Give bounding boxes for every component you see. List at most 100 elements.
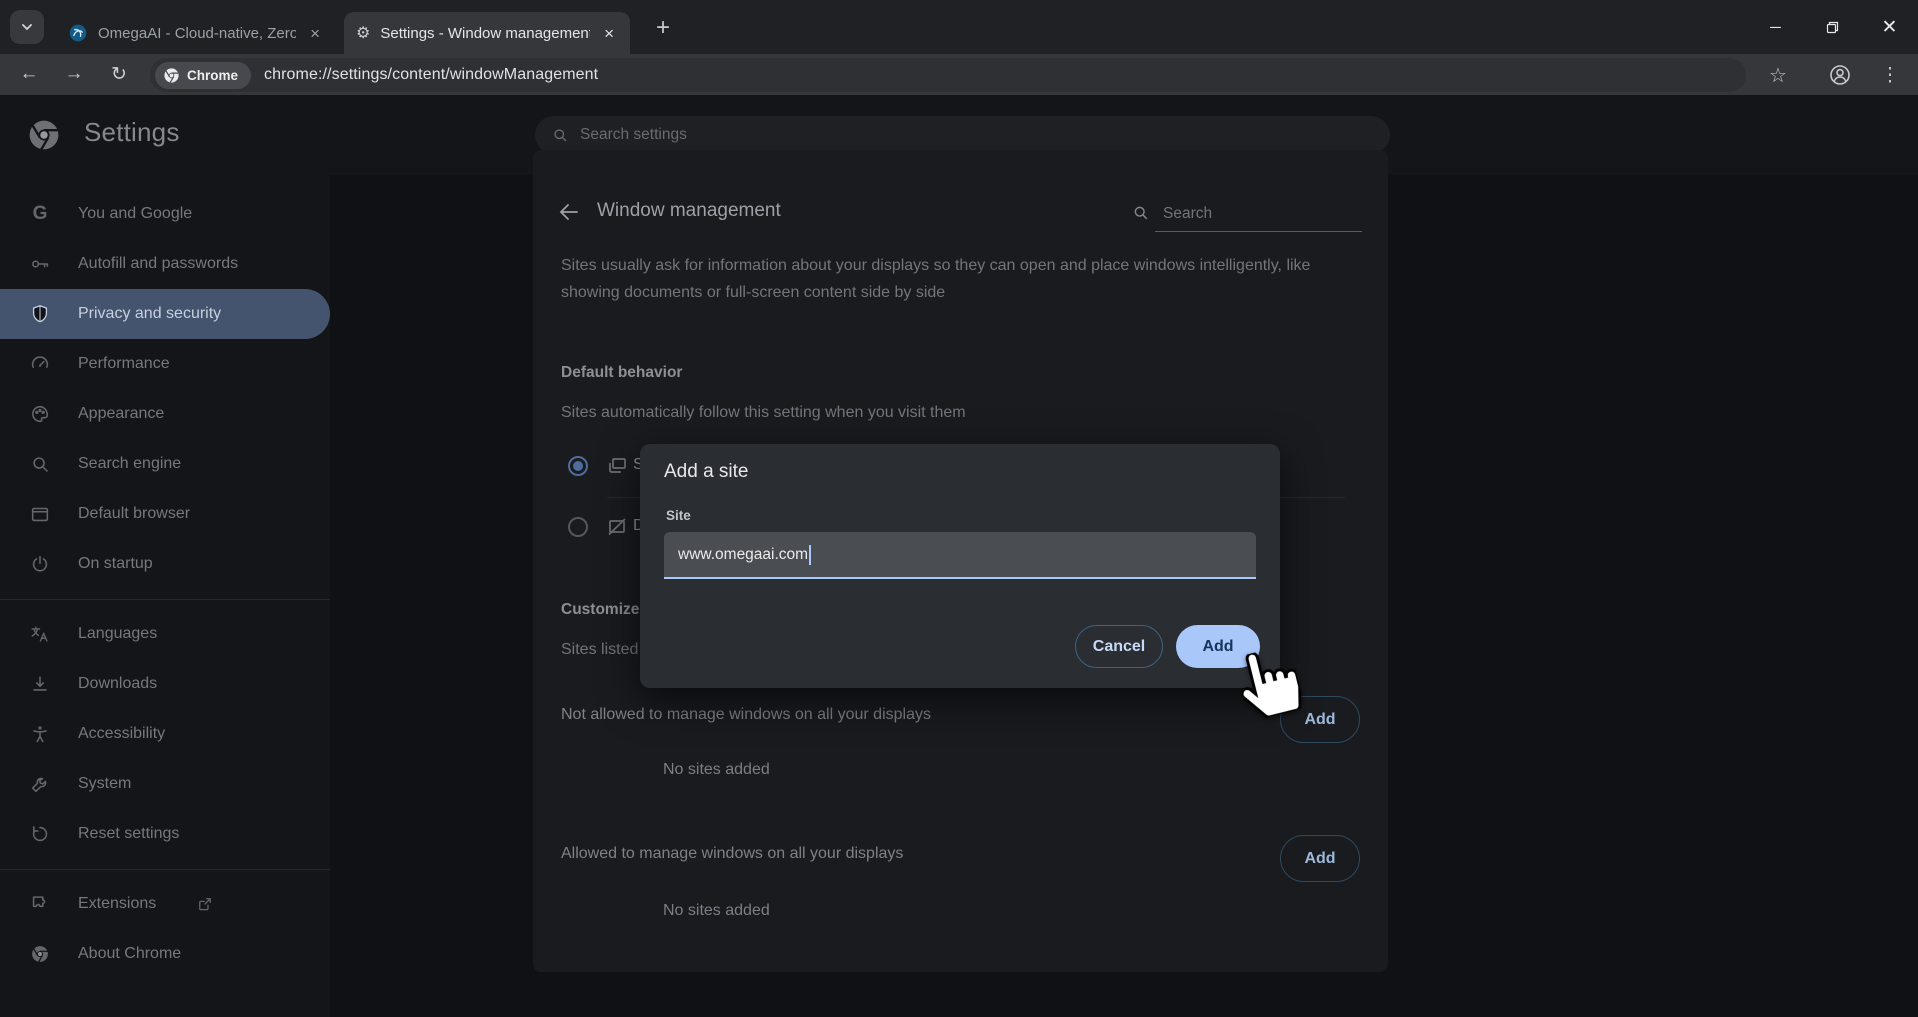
- browser-toolbar: ← → ↻ Chrome chrome://settings/content/w…: [0, 54, 1918, 95]
- no-sites-added-text: No sites added: [663, 902, 770, 920]
- tab-title: Settings - Window management: [380, 25, 590, 42]
- sidebar-item-label: Privacy and security: [78, 305, 221, 323]
- chrome-logo-icon: [28, 942, 52, 966]
- wrench-icon: [28, 772, 52, 796]
- restore-button[interactable]: [1804, 0, 1861, 54]
- add-allowed-site-button[interactable]: Add: [1280, 835, 1360, 882]
- window-controls: ─ ✕: [1747, 0, 1918, 54]
- sidebar-item-autofill[interactable]: Autofill and passwords: [0, 239, 330, 289]
- settings-search-input[interactable]: Search settings: [535, 116, 1390, 154]
- download-icon: [28, 672, 52, 696]
- sidebar-item-downloads[interactable]: Downloads: [0, 659, 330, 709]
- tab-close-icon[interactable]: ×: [306, 23, 324, 44]
- radio-selected-icon[interactable]: [568, 456, 588, 476]
- tab-title: OmegaAI - Cloud-native, Zero-: [98, 25, 296, 42]
- restore-icon: [1826, 21, 1839, 34]
- url-text: chrome://settings/content/windowManageme…: [264, 66, 598, 84]
- profile-button[interactable]: [1824, 59, 1856, 91]
- titlebar: OmegaAI - Cloud-native, Zero- × ⚙ Settin…: [0, 0, 1918, 54]
- site-input-value: www.omegaai.com: [678, 546, 808, 564]
- sidebar-item-label: Downloads: [78, 675, 157, 693]
- search-icon: [1131, 203, 1150, 222]
- site-field-label: Site: [666, 508, 691, 523]
- omegaai-favicon-icon: [68, 23, 88, 43]
- allowed-section-label: Allowed to manage windows on all your di…: [561, 845, 903, 863]
- chrome-logo-icon: [26, 117, 62, 153]
- puzzle-icon: [28, 892, 52, 916]
- sidebar-item-on-startup[interactable]: On startup: [0, 539, 330, 589]
- tab-settings-active[interactable]: ⚙ Settings - Window management ×: [344, 12, 630, 54]
- sidebar-item-extensions[interactable]: Extensions: [0, 879, 330, 929]
- browser-menu-button[interactable]: ⋮: [1874, 59, 1906, 91]
- settings-search-placeholder: Search settings: [580, 126, 687, 144]
- tab-search-chevron-button[interactable]: [10, 10, 44, 44]
- sidebar-item-label: Accessibility: [78, 725, 165, 743]
- sidebar-item-you-and-google[interactable]: G You and Google: [0, 189, 330, 239]
- back-button[interactable]: ←: [12, 57, 46, 91]
- reset-icon: [28, 822, 52, 846]
- sidebar-item-privacy-security[interactable]: Privacy and security: [0, 289, 330, 339]
- bookmark-button[interactable]: ☆: [1762, 59, 1794, 91]
- sidebar-divider: [0, 599, 330, 600]
- close-icon: ✕: [1882, 16, 1898, 39]
- page-title: Settings: [84, 117, 180, 148]
- sidebar-item-label: Reset settings: [78, 825, 179, 843]
- sidebar-item-accessibility[interactable]: Accessibility: [0, 709, 330, 759]
- section-page-title: Window management: [597, 200, 781, 222]
- sidebar-item-languages[interactable]: Languages: [0, 609, 330, 659]
- reload-button[interactable]: ↻: [102, 57, 136, 91]
- window-slash-icon: [605, 515, 629, 539]
- shield-icon: [28, 302, 52, 326]
- not-allowed-section-label: Not allowed to manage windows on all you…: [561, 706, 931, 724]
- sidebar-item-label: About Chrome: [78, 945, 181, 963]
- forward-button[interactable]: →: [57, 57, 91, 91]
- radio-unselected-icon[interactable]: [568, 517, 588, 537]
- external-link-icon: [196, 895, 214, 913]
- browser-window-icon: [28, 502, 52, 526]
- add-site-dialog: Add a site Site www.omegaai.com Cancel A…: [640, 444, 1280, 688]
- magnifier-icon: [28, 452, 52, 476]
- tab-close-icon[interactable]: ×: [600, 23, 618, 44]
- chrome-badge-logo-icon: [163, 67, 180, 84]
- sidebar-item-about-chrome[interactable]: About Chrome: [0, 929, 330, 979]
- back-arrow-icon[interactable]: [557, 200, 581, 224]
- sidebar-item-label: Languages: [78, 625, 157, 643]
- sidebar-item-label: You and Google: [78, 205, 192, 223]
- kebab-menu-icon: ⋮: [1881, 64, 1900, 87]
- close-window-button[interactable]: ✕: [1861, 0, 1918, 54]
- tab-omegaai[interactable]: OmegaAI - Cloud-native, Zero- ×: [56, 12, 336, 54]
- sidebar-item-default-browser[interactable]: Default browser: [0, 489, 330, 539]
- sidebar-item-reset-settings[interactable]: Reset settings: [0, 809, 330, 859]
- speedometer-icon: [28, 352, 52, 376]
- default-behavior-title: Default behavior: [561, 364, 682, 382]
- sidebar-item-search-engine[interactable]: Search engine: [0, 439, 330, 489]
- sidebar-item-label: Search engine: [78, 455, 181, 473]
- new-tab-button[interactable]: +: [648, 13, 678, 43]
- cancel-button[interactable]: Cancel: [1075, 625, 1163, 668]
- sidebar-item-label: On startup: [78, 555, 153, 573]
- sidebar-item-label: Default browser: [78, 505, 190, 523]
- add-not-allowed-site-button[interactable]: Add: [1280, 696, 1360, 743]
- sidebar-item-appearance[interactable]: Appearance: [0, 389, 330, 439]
- translate-icon: [28, 622, 52, 646]
- site-badge-label: Chrome: [187, 68, 238, 83]
- sidebar-divider: [0, 869, 330, 870]
- forward-arrow-icon: →: [65, 63, 84, 85]
- intro-text: Sites usually ask for information about …: [561, 252, 1361, 306]
- address-bar[interactable]: Chrome chrome://settings/content/windowM…: [150, 58, 1746, 92]
- key-icon: [28, 252, 52, 276]
- sidebar-item-label: Performance: [78, 355, 170, 373]
- search-underline: [1155, 231, 1362, 232]
- add-confirm-button[interactable]: Add: [1176, 625, 1260, 668]
- site-badge[interactable]: Chrome: [155, 62, 251, 89]
- sidebar-item-performance[interactable]: Performance: [0, 339, 330, 389]
- site-input-field[interactable]: www.omegaai.com: [664, 532, 1256, 579]
- google-g-icon: G: [28, 202, 52, 226]
- in-page-search-input[interactable]: Search: [1163, 205, 1212, 223]
- profile-avatar-icon: [1828, 63, 1852, 87]
- sidebar-item-label: Extensions: [78, 895, 156, 913]
- sidebar-item-label: Autofill and passwords: [78, 255, 238, 273]
- minimize-button[interactable]: ─: [1747, 0, 1804, 54]
- sidebar-item-system[interactable]: System: [0, 759, 330, 809]
- sidebar-item-label: System: [78, 775, 131, 793]
